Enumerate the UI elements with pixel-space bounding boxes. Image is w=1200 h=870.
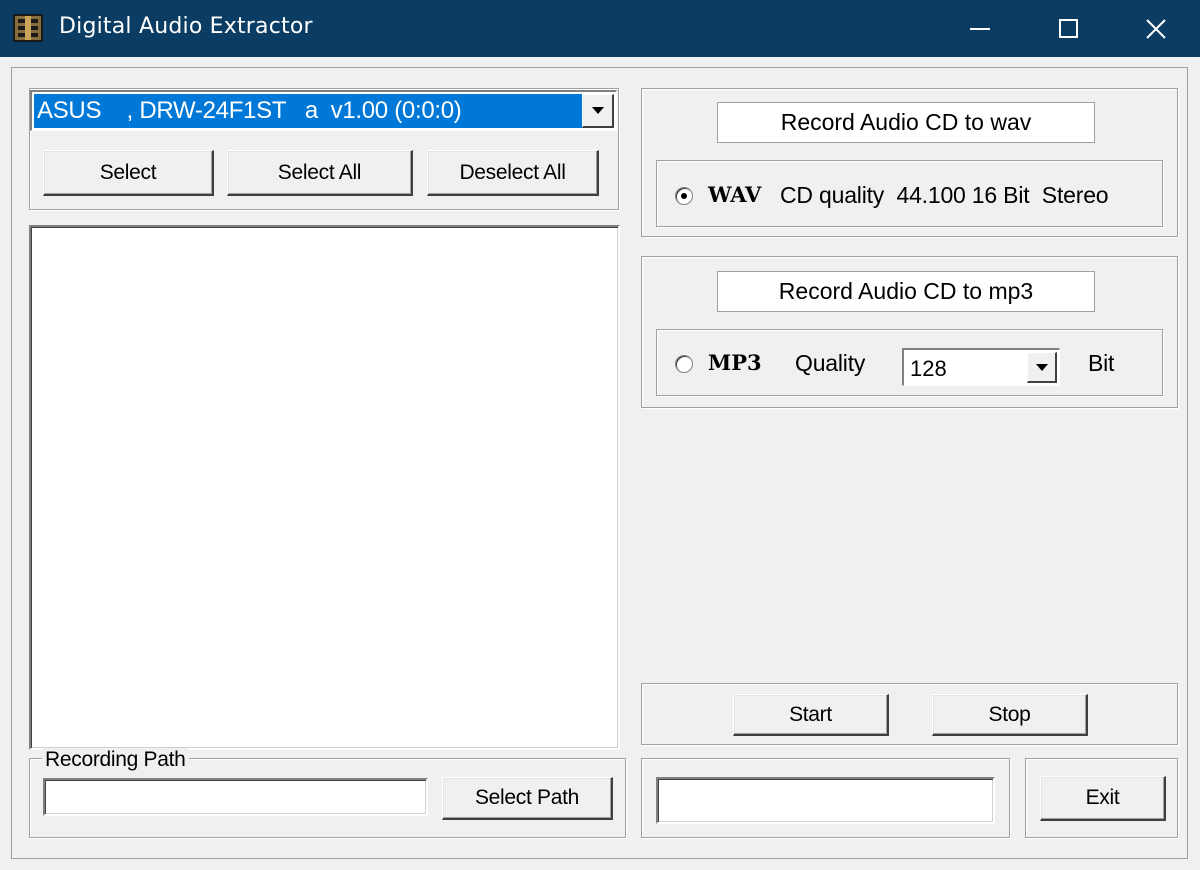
exit-button[interactable]: Exit <box>1040 776 1166 821</box>
deselect-all-button[interactable]: Deselect All <box>427 150 599 196</box>
recording-path-legend: Recording Path <box>42 748 189 772</box>
recording-path-input[interactable] <box>43 778 428 816</box>
title-bar[interactable]: Digital Audio Extractor <box>0 0 1200 57</box>
control-group <box>641 683 1178 745</box>
stop-button[interactable]: Stop <box>932 694 1088 736</box>
track-list[interactable] <box>29 225 620 750</box>
status-field <box>656 777 995 824</box>
wav-radio[interactable] <box>675 187 693 205</box>
drive-dropdown-button[interactable] <box>582 94 614 128</box>
maximize-icon <box>1058 19 1078 38</box>
mp3-radio[interactable] <box>675 355 693 373</box>
quality-dropdown-button[interactable] <box>1027 352 1057 383</box>
wav-heading: Record Audio CD to wav <box>717 102 1095 143</box>
wav-radio-label[interactable]: WAV <box>708 182 761 207</box>
select-button[interactable]: Select <box>43 150 214 196</box>
chevron-down-icon <box>591 107 604 114</box>
select-path-button[interactable]: Select Path <box>442 777 613 820</box>
close-button[interactable] <box>1112 0 1200 57</box>
film-reel-icon <box>13 14 43 42</box>
mp3-quality-label: Quality <box>795 350 866 376</box>
mp3-unit-label: Bit <box>1088 350 1115 376</box>
mp3-radio-label[interactable]: MP3 <box>708 350 762 375</box>
chevron-down-icon <box>1035 363 1048 371</box>
drive-select[interactable]: ASUS , DRW-24F1ST a v1.00 (0:0:0) <box>30 90 617 131</box>
minimize-button[interactable] <box>936 0 1024 57</box>
mp3-heading: Record Audio CD to mp3 <box>717 271 1095 312</box>
drive-select-value: ASUS , DRW-24F1ST a v1.00 (0:0:0) <box>34 94 582 128</box>
wav-description: CD quality 44.100 16 Bit Stereo <box>780 182 1109 208</box>
select-all-button[interactable]: Select All <box>227 150 413 196</box>
minimize-icon <box>970 27 990 30</box>
close-icon <box>1146 18 1166 39</box>
start-button[interactable]: Start <box>733 694 889 736</box>
maximize-button[interactable] <box>1024 0 1112 57</box>
mp3-quality-value: 128 <box>910 356 947 381</box>
window-title: Digital Audio Extractor <box>59 14 313 39</box>
mp3-quality-select[interactable]: 128 <box>902 348 1060 386</box>
